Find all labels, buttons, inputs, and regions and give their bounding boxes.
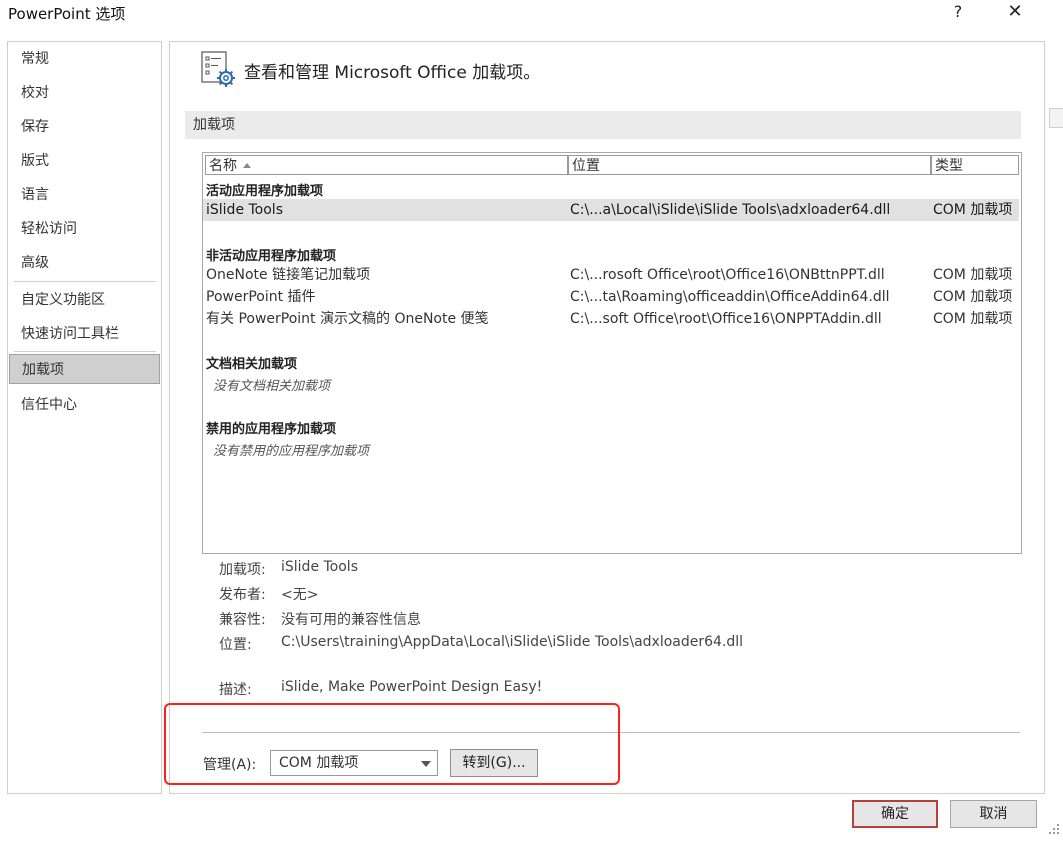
table-row[interactable]: OneNote 链接笔记加载项 C:\...rosoft Office\root… (203, 264, 1019, 286)
sidebar-item-save[interactable]: 保存 (8, 112, 159, 142)
detail-description-value: iSlide, Make PowerPoint Design Easy! (281, 679, 543, 695)
addin-location: C:\...ta\Roaming\officeaddin\OfficeAddin… (570, 289, 890, 305)
section-header: 加载项 (185, 111, 1021, 139)
sidebar-item-addins[interactable]: 加载项 (9, 354, 160, 384)
table-row[interactable]: iSlide Tools C:\...a\Local\iSlide\iSlide… (203, 199, 1019, 221)
empty-document-addins: 没有文档相关加载项 (213, 379, 331, 394)
addins-list[interactable]: 名称 位置 类型 活动应用程序加载项 iSlide Tools C:\...a\… (202, 152, 1022, 554)
addin-type: COM 加载项 (933, 267, 1013, 283)
detail-compat-label: 兼容性: (219, 612, 266, 628)
window-title: PowerPoint 选项 (8, 5, 126, 23)
addins-gear-icon (201, 51, 235, 87)
sidebar-divider (14, 351, 156, 352)
sidebar-item-language[interactable]: 语言 (8, 180, 159, 210)
addin-location: C:\...a\Local\iSlide\iSlide Tools\adxloa… (570, 202, 891, 218)
sidebar-divider (14, 281, 156, 282)
group-document-addins: 文档相关加载项 (206, 357, 298, 372)
table-row[interactable]: PowerPoint 插件 C:\...ta\Roaming\officeadd… (203, 286, 1019, 308)
highlight-annotation (164, 703, 620, 785)
detail-description-label: 描述: (219, 682, 252, 698)
detail-addin-value: iSlide Tools (281, 559, 358, 575)
addin-name: iSlide Tools (206, 202, 283, 218)
title-bar: PowerPoint 选项 ? ✕ (0, 0, 1063, 26)
page-title: 查看和管理 Microsoft Office 加载项。 (244, 63, 541, 83)
detail-compat-value: 没有可用的兼容性信息 (281, 612, 421, 628)
detail-publisher-value: <无> (281, 587, 319, 603)
resize-grip-icon[interactable] (1047, 822, 1061, 836)
sidebar-item-customize-ribbon[interactable]: 自定义功能区 (8, 285, 159, 315)
sidebar-item-trust-center[interactable]: 信任中心 (8, 390, 159, 420)
column-header-type[interactable]: 类型 (931, 155, 1019, 175)
ok-button[interactable]: 确定 (852, 800, 938, 828)
sidebar-item-layout[interactable]: 版式 (8, 146, 159, 176)
cancel-button[interactable]: 取消 (950, 800, 1037, 828)
sort-ascending-icon (243, 163, 251, 168)
sidebar-item-advanced[interactable]: 高级 (8, 248, 159, 278)
detail-location-label: 位置: (219, 637, 252, 653)
sidebar-item-proofing[interactable]: 校对 (8, 78, 159, 108)
empty-disabled-addins: 没有禁用的应用程序加载项 (213, 444, 370, 459)
close-button[interactable]: ✕ (995, 0, 1035, 24)
addin-location: C:\...soft Office\root\Office16\ONPPTAdd… (570, 311, 882, 327)
detail-publisher-label: 发布者: (219, 587, 266, 603)
sidebar-item-accessibility[interactable]: 轻松访问 (8, 214, 159, 244)
addin-location: C:\...rosoft Office\root\Office16\ONBttn… (570, 267, 885, 283)
column-header-location[interactable]: 位置 (568, 155, 931, 175)
group-active-addins: 活动应用程序加载项 (206, 184, 324, 199)
sidebar-item-general[interactable]: 常规 (8, 44, 159, 74)
detail-location-value: C:\Users\training\AppData\Local\iSlide\i… (281, 634, 744, 650)
detail-addin-label: 加载项: (219, 562, 266, 578)
group-inactive-addins: 非活动应用程序加载项 (206, 249, 337, 264)
help-button[interactable]: ? (938, 0, 978, 24)
addin-type: COM 加载项 (933, 289, 1013, 305)
column-header-name[interactable]: 名称 (205, 155, 568, 175)
addin-name: OneNote 链接笔记加载项 (206, 267, 371, 283)
options-sidebar: 常规 校对 保存 版式 语言 轻松访问 高级 自定义功能区 快速访问工具栏 加载… (7, 41, 162, 794)
addins-panel: 查看和管理 Microsoft Office 加载项。 加载项 名称 位置 类型… (169, 41, 1045, 794)
addin-name: PowerPoint 插件 (206, 289, 316, 305)
sidebar-item-quick-access-toolbar[interactable]: 快速访问工具栏 (8, 319, 159, 349)
addin-type: COM 加载项 (933, 311, 1013, 327)
addin-name: 有关 PowerPoint 演示文稿的 OneNote 便笺 (206, 311, 489, 327)
table-row[interactable]: 有关 PowerPoint 演示文稿的 OneNote 便笺 C:\...sof… (203, 308, 1019, 330)
resize-edge (1049, 108, 1063, 128)
group-disabled-addins: 禁用的应用程序加载项 (206, 422, 337, 437)
addin-type: COM 加载项 (933, 202, 1013, 218)
